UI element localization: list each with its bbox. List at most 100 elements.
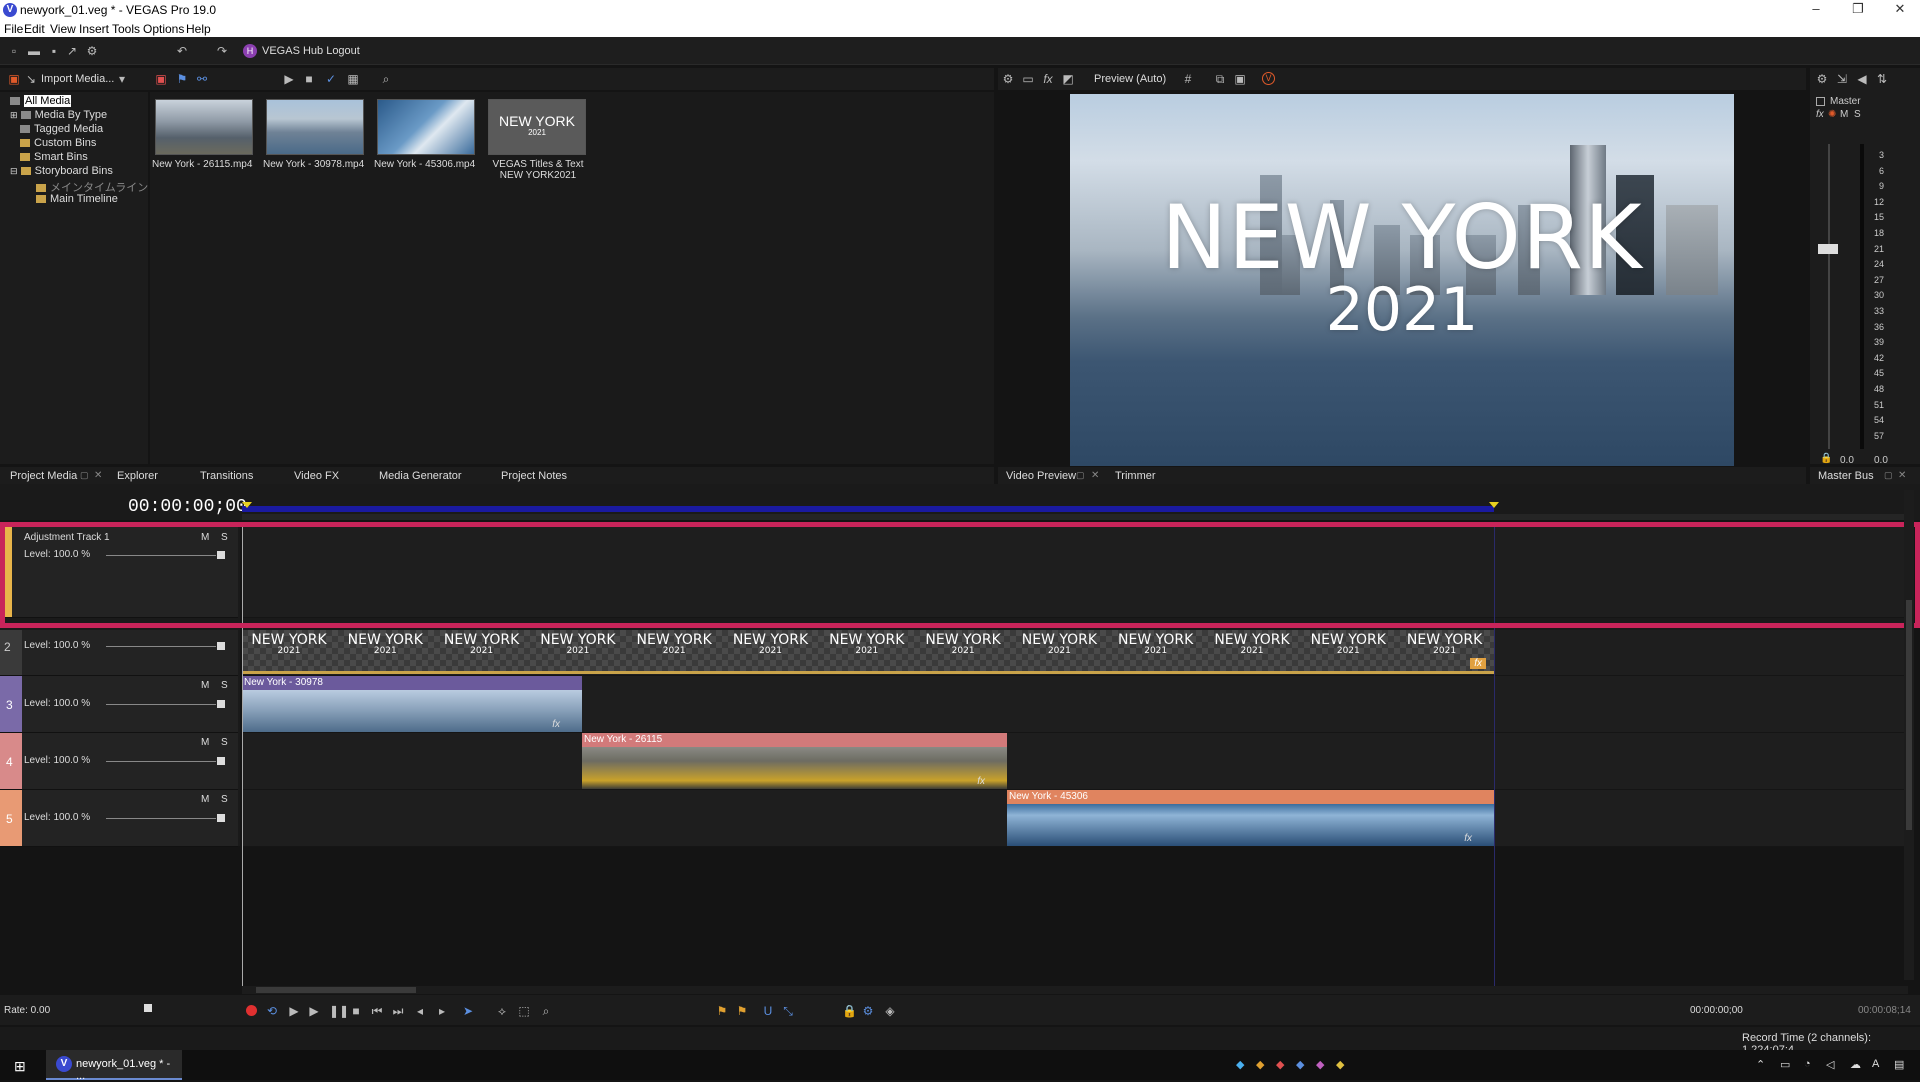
- lane-adjustment-track[interactable]: [242, 526, 1908, 618]
- menu-options[interactable]: Options: [143, 22, 184, 36]
- windows-start-icon[interactable]: ⊞: [14, 1058, 26, 1075]
- menu-edit[interactable]: Edit: [24, 22, 45, 36]
- tray-app-icon[interactable]: ◆: [1276, 1058, 1284, 1071]
- track-header-5[interactable]: 5 M S Level: 100.0 %: [0, 790, 238, 847]
- clip-fx-icon[interactable]: fx: [1470, 658, 1486, 669]
- track-level-knob[interactable]: [217, 814, 225, 822]
- master-lock-icon[interactable]: 🔒: [1820, 453, 1832, 464]
- clip-new-york-26115[interactable]: New York - 26115 fx: [582, 733, 1007, 789]
- tab-project-notes[interactable]: Project Notes: [501, 470, 567, 482]
- mixer-settings-icon[interactable]: ⚙: [1816, 73, 1828, 85]
- tray-app-icon[interactable]: ◆: [1316, 1058, 1324, 1071]
- taskbar-vegas-app[interactable]: V newyork_01.veg * - ...: [46, 1050, 182, 1082]
- tray-network-icon[interactable]: ◔: [1804, 1058, 1811, 1070]
- vegas-hub-logout[interactable]: VEGAS Hub Logout: [262, 45, 360, 57]
- timeline-scrollbar[interactable]: [242, 986, 1908, 994]
- video-fx-icon[interactable]: fx: [1042, 73, 1054, 85]
- track-level-slider[interactable]: [106, 646, 216, 647]
- play-from-start-icon[interactable]: ▶: [288, 1005, 300, 1017]
- clip-fx-icon[interactable]: fx: [977, 776, 985, 787]
- views-icon[interactable]: ▦: [347, 73, 359, 85]
- close-button[interactable]: ✕: [1880, 1, 1920, 19]
- track-mute-button[interactable]: M: [201, 532, 209, 543]
- lane-track-2[interactable]: NEW YORK 2021 NEW YORK 2021 NEW YORK 2021 NEW …: [242, 630, 1908, 676]
- clip-fx-icon[interactable]: fx: [1464, 833, 1472, 844]
- auto-ripple-icon[interactable]: ⤡: [782, 1005, 794, 1017]
- save-icon[interactable]: ▪: [48, 45, 60, 57]
- lane-track-4[interactable]: New York - 26115 fx: [242, 733, 1908, 790]
- insert-marker-icon[interactable]: ⚑: [716, 1005, 728, 1017]
- menu-tools[interactable]: Tools: [112, 22, 140, 36]
- timeline-ruler[interactable]: [242, 514, 1908, 520]
- clip-new-york-45306[interactable]: New York - 45306 fx: [1007, 790, 1494, 846]
- mute-all-icon[interactable]: ◀: [1856, 73, 1868, 85]
- track-level-slider[interactable]: [106, 704, 216, 705]
- track-solo-button[interactable]: S: [221, 737, 228, 748]
- tray-chevron-icon[interactable]: ⌃: [1756, 1058, 1765, 1071]
- play-media-icon[interactable]: ▶: [283, 73, 295, 85]
- vegas-logo-icon[interactable]: V: [1262, 72, 1275, 85]
- tab-float-icon[interactable]: ▢: [80, 470, 89, 481]
- ignore-grouping-icon[interactable]: ⚙: [862, 1005, 874, 1017]
- tab-explorer[interactable]: Explorer: [117, 470, 158, 482]
- loop-start-marker[interactable]: [242, 502, 252, 508]
- tray-battery-icon[interactable]: ▭: [1780, 1058, 1790, 1071]
- auto-preview-icon[interactable]: ✓: [325, 73, 337, 85]
- tab-video-fx[interactable]: Video FX: [294, 470, 339, 482]
- track-mute-button[interactable]: M: [201, 680, 209, 691]
- tray-cloud-icon[interactable]: ☁: [1850, 1058, 1861, 1071]
- media-thumb-26115[interactable]: [155, 99, 253, 155]
- rate-slider-knob[interactable]: [144, 1004, 152, 1012]
- master-fader-knob[interactable]: [1818, 244, 1838, 254]
- downmix-icon[interactable]: ⇲: [1836, 73, 1848, 85]
- scrollbar-thumb[interactable]: [256, 987, 416, 993]
- track-level-knob[interactable]: [217, 551, 225, 559]
- external-monitor-icon[interactable]: ▭: [1022, 73, 1034, 85]
- tree-item-all-media[interactable]: All Media: [10, 95, 72, 107]
- track-level-slider[interactable]: [106, 818, 216, 819]
- vegas-hub-icon[interactable]: H: [243, 44, 257, 58]
- preview-settings-icon[interactable]: ⚙: [1002, 73, 1014, 85]
- undo-icon[interactable]: ↶: [176, 45, 188, 57]
- playhead-cursor[interactable]: [242, 526, 243, 986]
- tab-project-media[interactable]: Project Media: [10, 470, 77, 482]
- selection-tool-icon[interactable]: ⬚: [518, 1005, 530, 1017]
- vertical-scrollbar[interactable]: [1904, 490, 1914, 980]
- maximize-button[interactable]: ❐: [1838, 1, 1878, 19]
- redo-icon[interactable]: ↷: [216, 45, 228, 57]
- go-to-start-icon[interactable]: ⏮: [371, 1005, 383, 1017]
- lock-envelopes-icon[interactable]: 🔒: [842, 1005, 857, 1017]
- tray-volume-icon[interactable]: ◁: [1826, 1058, 1834, 1071]
- tab-transitions[interactable]: Transitions: [200, 470, 253, 482]
- master-mute-button[interactable]: M: [1840, 109, 1848, 120]
- envelope-tool-icon[interactable]: ⟡: [496, 1005, 508, 1017]
- track-header-2[interactable]: 2 Level: 100.0 %: [0, 630, 238, 676]
- open-project-icon[interactable]: ▬: [28, 45, 40, 57]
- overlays-icon[interactable]: #: [1182, 73, 1194, 85]
- capture-icon[interactable]: ▣: [155, 73, 167, 85]
- tree-item-custom-bins[interactable]: Custom Bins: [20, 137, 96, 149]
- loop-playback-icon[interactable]: ⟲: [266, 1005, 278, 1017]
- menu-help[interactable]: Help: [186, 22, 211, 36]
- vertical-scrollbar-thumb[interactable]: [1906, 600, 1912, 830]
- normal-edit-tool-icon[interactable]: ➤: [462, 1005, 474, 1017]
- go-to-end-icon[interactable]: ⏭: [392, 1005, 404, 1017]
- titles-clip[interactable]: NEW YORK 2021 NEW YORK 2021 NEW YORK 2021 NEW …: [242, 630, 1494, 674]
- properties-icon[interactable]: ⚙: [86, 45, 98, 57]
- track-solo-button[interactable]: S: [221, 680, 228, 691]
- clip-fx-icon[interactable]: fx: [552, 719, 560, 730]
- media-thumb-30978[interactable]: [266, 99, 364, 155]
- track-level-knob[interactable]: [217, 700, 225, 708]
- track-header-3[interactable]: 3 M S Level: 100.0 %: [0, 676, 238, 733]
- new-project-icon[interactable]: ▫: [8, 45, 20, 57]
- menu-insert[interactable]: Insert: [79, 22, 109, 36]
- tab-close-icon[interactable]: ✕: [1898, 470, 1906, 481]
- tree-item-main-timeline[interactable]: Main Timeline: [36, 193, 118, 205]
- next-frame-icon[interactable]: ▸: [436, 1005, 448, 1017]
- media-thumb-titles[interactable]: NEW YORK 2021: [488, 99, 586, 155]
- tray-app-icon[interactable]: ◆: [1236, 1058, 1244, 1071]
- insert-region-icon[interactable]: ⚑: [736, 1005, 748, 1017]
- zoom-tool-icon[interactable]: ⌕: [540, 1005, 552, 1017]
- menu-file[interactable]: File: [4, 22, 23, 36]
- mixer-options-icon[interactable]: ⇅: [1876, 73, 1888, 85]
